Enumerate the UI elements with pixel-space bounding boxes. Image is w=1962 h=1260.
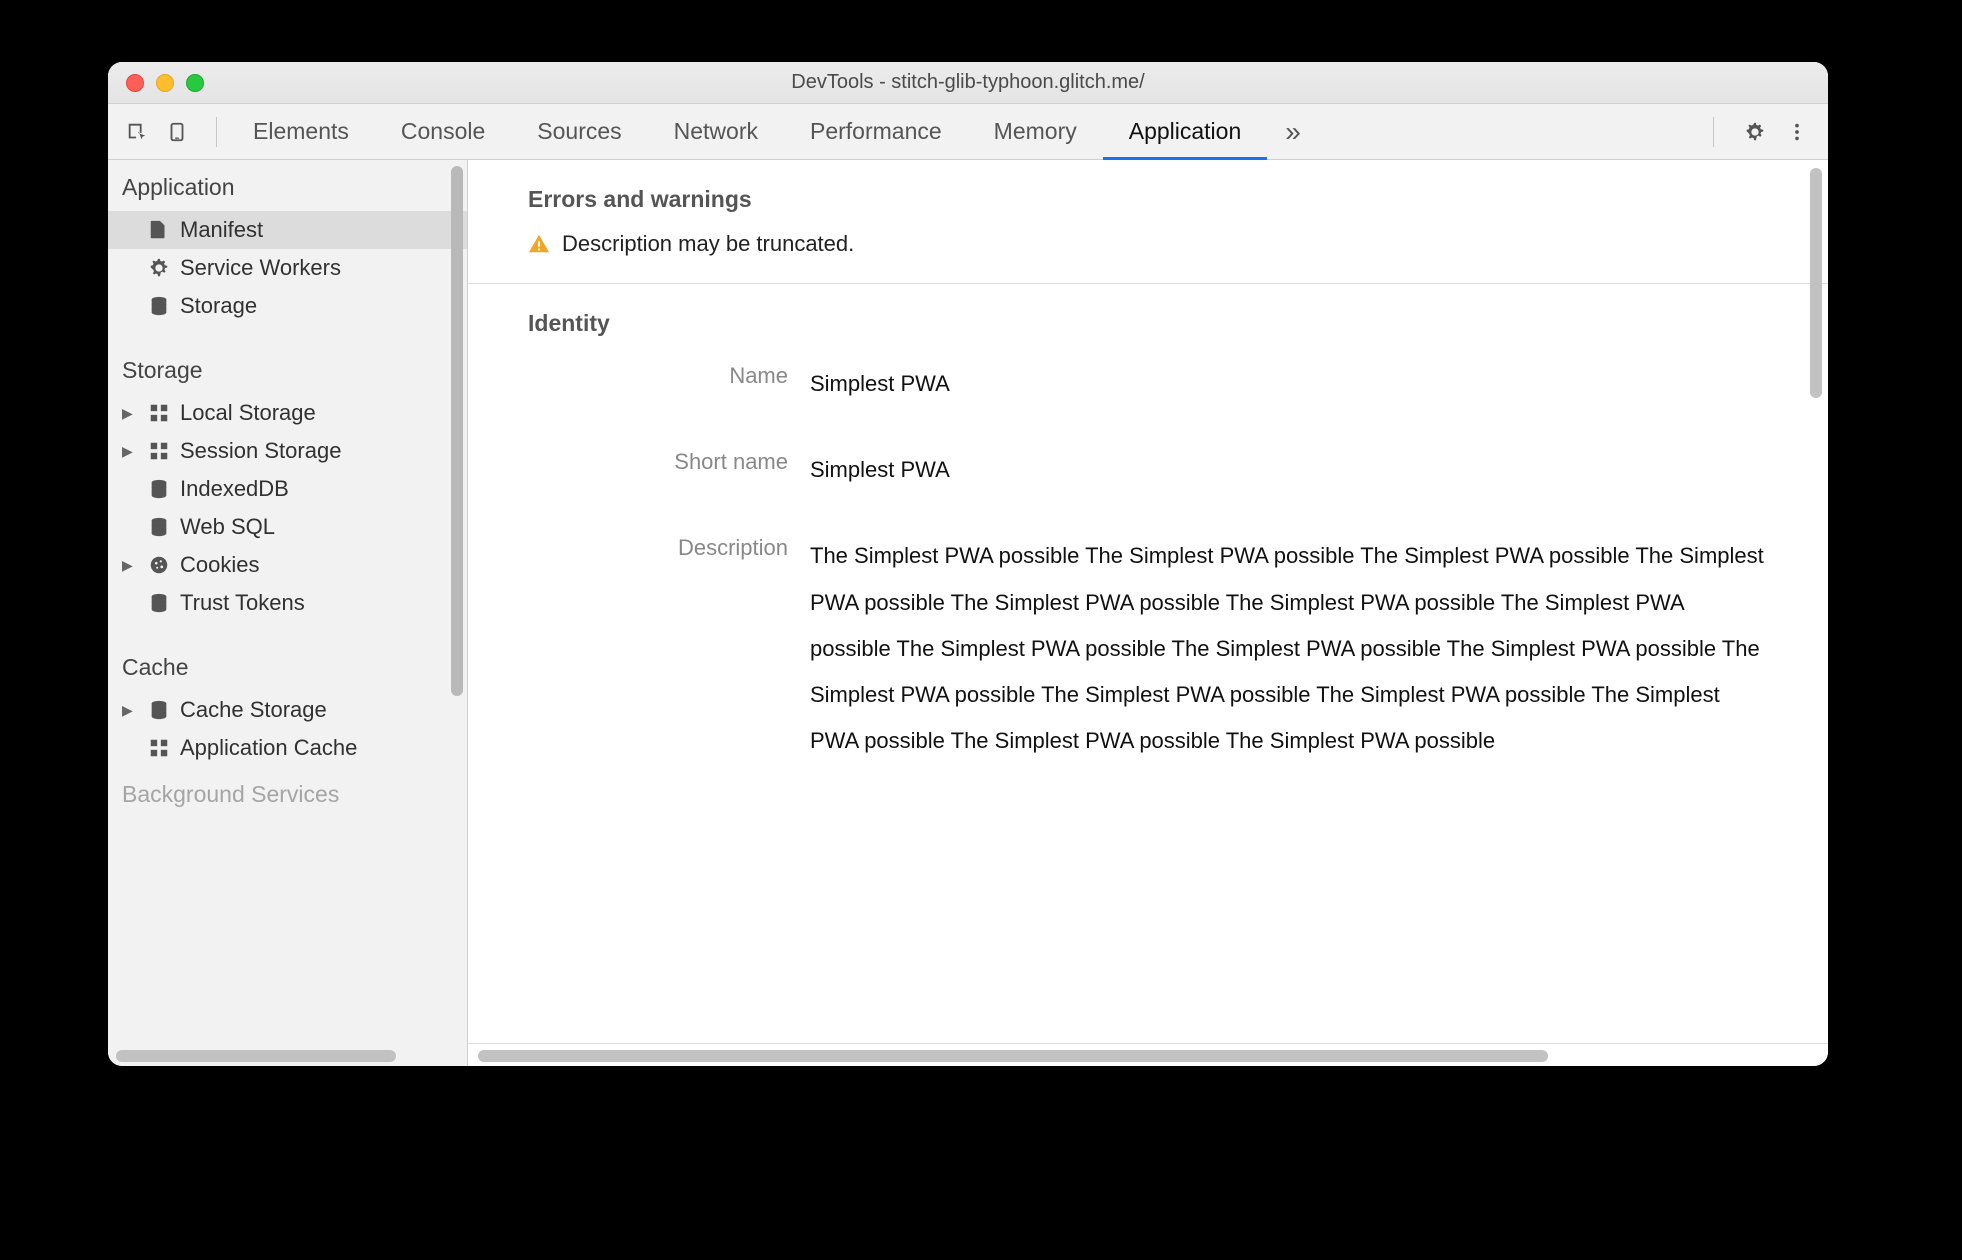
title-bar: DevTools - stitch-glib-typhoon.glitch.me… <box>108 62 1828 104</box>
minimize-window-button[interactable] <box>156 74 174 92</box>
sidebar-item-session-storage[interactable]: ▶ Session Storage <box>108 432 467 470</box>
sidebar-item-label: Local Storage <box>180 400 316 426</box>
database-icon <box>148 699 170 721</box>
sidebar-item-label: Session Storage <box>180 438 341 464</box>
tab-label: Network <box>674 118 758 145</box>
divider <box>1713 117 1714 147</box>
section-divider <box>468 1043 1828 1044</box>
section-heading: Errors and warnings <box>528 186 1768 213</box>
sidebar-item-service-workers[interactable]: Service Workers <box>108 249 467 287</box>
main-vertical-scrollbar[interactable] <box>1810 168 1822 398</box>
tab-application[interactable]: Application <box>1103 104 1268 159</box>
field-value-description: The Simplest PWA possible The Simplest P… <box>810 533 1768 764</box>
settings-gear-icon[interactable] <box>1744 121 1766 143</box>
grid-icon <box>148 402 170 424</box>
grid-icon <box>148 440 170 462</box>
tab-sources[interactable]: Sources <box>511 104 647 159</box>
field-value-short-name: Simplest PWA <box>810 447 1768 493</box>
zoom-window-button[interactable] <box>186 74 204 92</box>
errors-warnings-section: Errors and warnings Description may be t… <box>468 160 1828 283</box>
panel-body: Application Manifest Service Workers Sto… <box>108 160 1828 1066</box>
sidebar-item-application-cache[interactable]: Application Cache <box>108 729 467 767</box>
sidebar-item-label: Web SQL <box>180 514 275 540</box>
field-label-short-name: Short name <box>528 447 788 493</box>
tab-console[interactable]: Console <box>375 104 511 159</box>
sidebar-item-web-sql[interactable]: Web SQL <box>108 508 467 546</box>
warning-icon <box>528 233 550 255</box>
tab-label: Elements <box>253 118 349 145</box>
sidebar-scrollbar[interactable] <box>451 166 463 696</box>
tab-memory[interactable]: Memory <box>968 104 1103 159</box>
tab-label: Application <box>1129 118 1242 145</box>
inspect-element-icon[interactable] <box>126 121 148 143</box>
manifest-panel: Errors and warnings Description may be t… <box>468 160 1828 1066</box>
application-sidebar: Application Manifest Service Workers Sto… <box>108 160 468 1066</box>
database-icon <box>148 295 170 317</box>
sidebar-item-trust-tokens[interactable]: Trust Tokens <box>108 584 467 622</box>
identity-grid: Name Simplest PWA Short name Simplest PW… <box>528 355 1768 764</box>
sidebar-item-label: Cookies <box>180 552 259 578</box>
gear-icon <box>148 257 170 279</box>
sidebar-item-cookies[interactable]: ▶ Cookies <box>108 546 467 584</box>
section-heading: Identity <box>528 310 1768 337</box>
sidebar-section-background-services: Background Services <box>108 767 467 808</box>
tab-label: Console <box>401 118 485 145</box>
disclosure-triangle-icon[interactable]: ▶ <box>122 443 136 460</box>
tab-label: Memory <box>994 118 1077 145</box>
field-value-name: Simplest PWA <box>810 361 1768 407</box>
field-label-description: Description <box>528 533 788 764</box>
database-icon <box>148 478 170 500</box>
identity-section: Identity Name Simplest PWA Short name Si… <box>468 284 1828 790</box>
warning-row: Description may be truncated. <box>528 231 1768 257</box>
grid-icon <box>148 737 170 759</box>
sidebar-item-label: Storage <box>180 293 257 319</box>
main-horizontal-scrollbar[interactable] <box>478 1050 1548 1062</box>
disclosure-triangle-icon[interactable]: ▶ <box>122 557 136 574</box>
sidebar-item-storage[interactable]: Storage <box>108 287 467 325</box>
close-window-button[interactable] <box>126 74 144 92</box>
field-label-name: Name <box>528 361 788 407</box>
sidebar-section-application: Application <box>108 160 467 211</box>
sidebar-item-label: Trust Tokens <box>180 590 305 616</box>
sidebar-section-cache: Cache <box>108 640 467 691</box>
cookie-icon <box>148 554 170 576</box>
tab-label: Sources <box>537 118 621 145</box>
tab-elements[interactable]: Elements <box>227 104 375 159</box>
tab-label: Performance <box>810 118 942 145</box>
warning-text: Description may be truncated. <box>562 231 854 257</box>
menu-kebab-icon[interactable] <box>1786 121 1808 143</box>
panel-tabs: Elements Console Sources Network Perform… <box>227 104 1267 159</box>
more-tabs-button[interactable]: » <box>1267 116 1319 148</box>
window-title: DevTools - stitch-glib-typhoon.glitch.me… <box>108 71 1828 94</box>
sidebar-item-local-storage[interactable]: ▶ Local Storage <box>108 394 467 432</box>
sidebar-item-cache-storage[interactable]: ▶ Cache Storage <box>108 691 467 729</box>
disclosure-triangle-icon[interactable]: ▶ <box>122 702 136 719</box>
database-icon <box>148 516 170 538</box>
tab-performance[interactable]: Performance <box>784 104 968 159</box>
sidebar-section-storage: Storage <box>108 343 467 394</box>
sidebar-horizontal-scrollbar[interactable] <box>116 1050 396 1062</box>
document-icon <box>148 219 170 241</box>
sidebar-item-label: IndexedDB <box>180 476 289 502</box>
devtools-window: DevTools - stitch-glib-typhoon.glitch.me… <box>108 62 1828 1066</box>
sidebar-item-manifest[interactable]: Manifest <box>108 211 467 249</box>
sidebar-item-label: Service Workers <box>180 255 341 281</box>
sidebar-item-label: Manifest <box>180 217 263 243</box>
database-icon <box>148 592 170 614</box>
window-controls <box>126 74 204 92</box>
sidebar-item-indexeddb[interactable]: IndexedDB <box>108 470 467 508</box>
divider <box>216 117 217 147</box>
toggle-device-icon[interactable] <box>166 121 188 143</box>
sidebar-item-label: Application Cache <box>180 735 357 761</box>
devtools-tabstrip: Elements Console Sources Network Perform… <box>108 104 1828 160</box>
disclosure-triangle-icon[interactable]: ▶ <box>122 405 136 422</box>
tab-network[interactable]: Network <box>648 104 784 159</box>
sidebar-item-label: Cache Storage <box>180 697 327 723</box>
